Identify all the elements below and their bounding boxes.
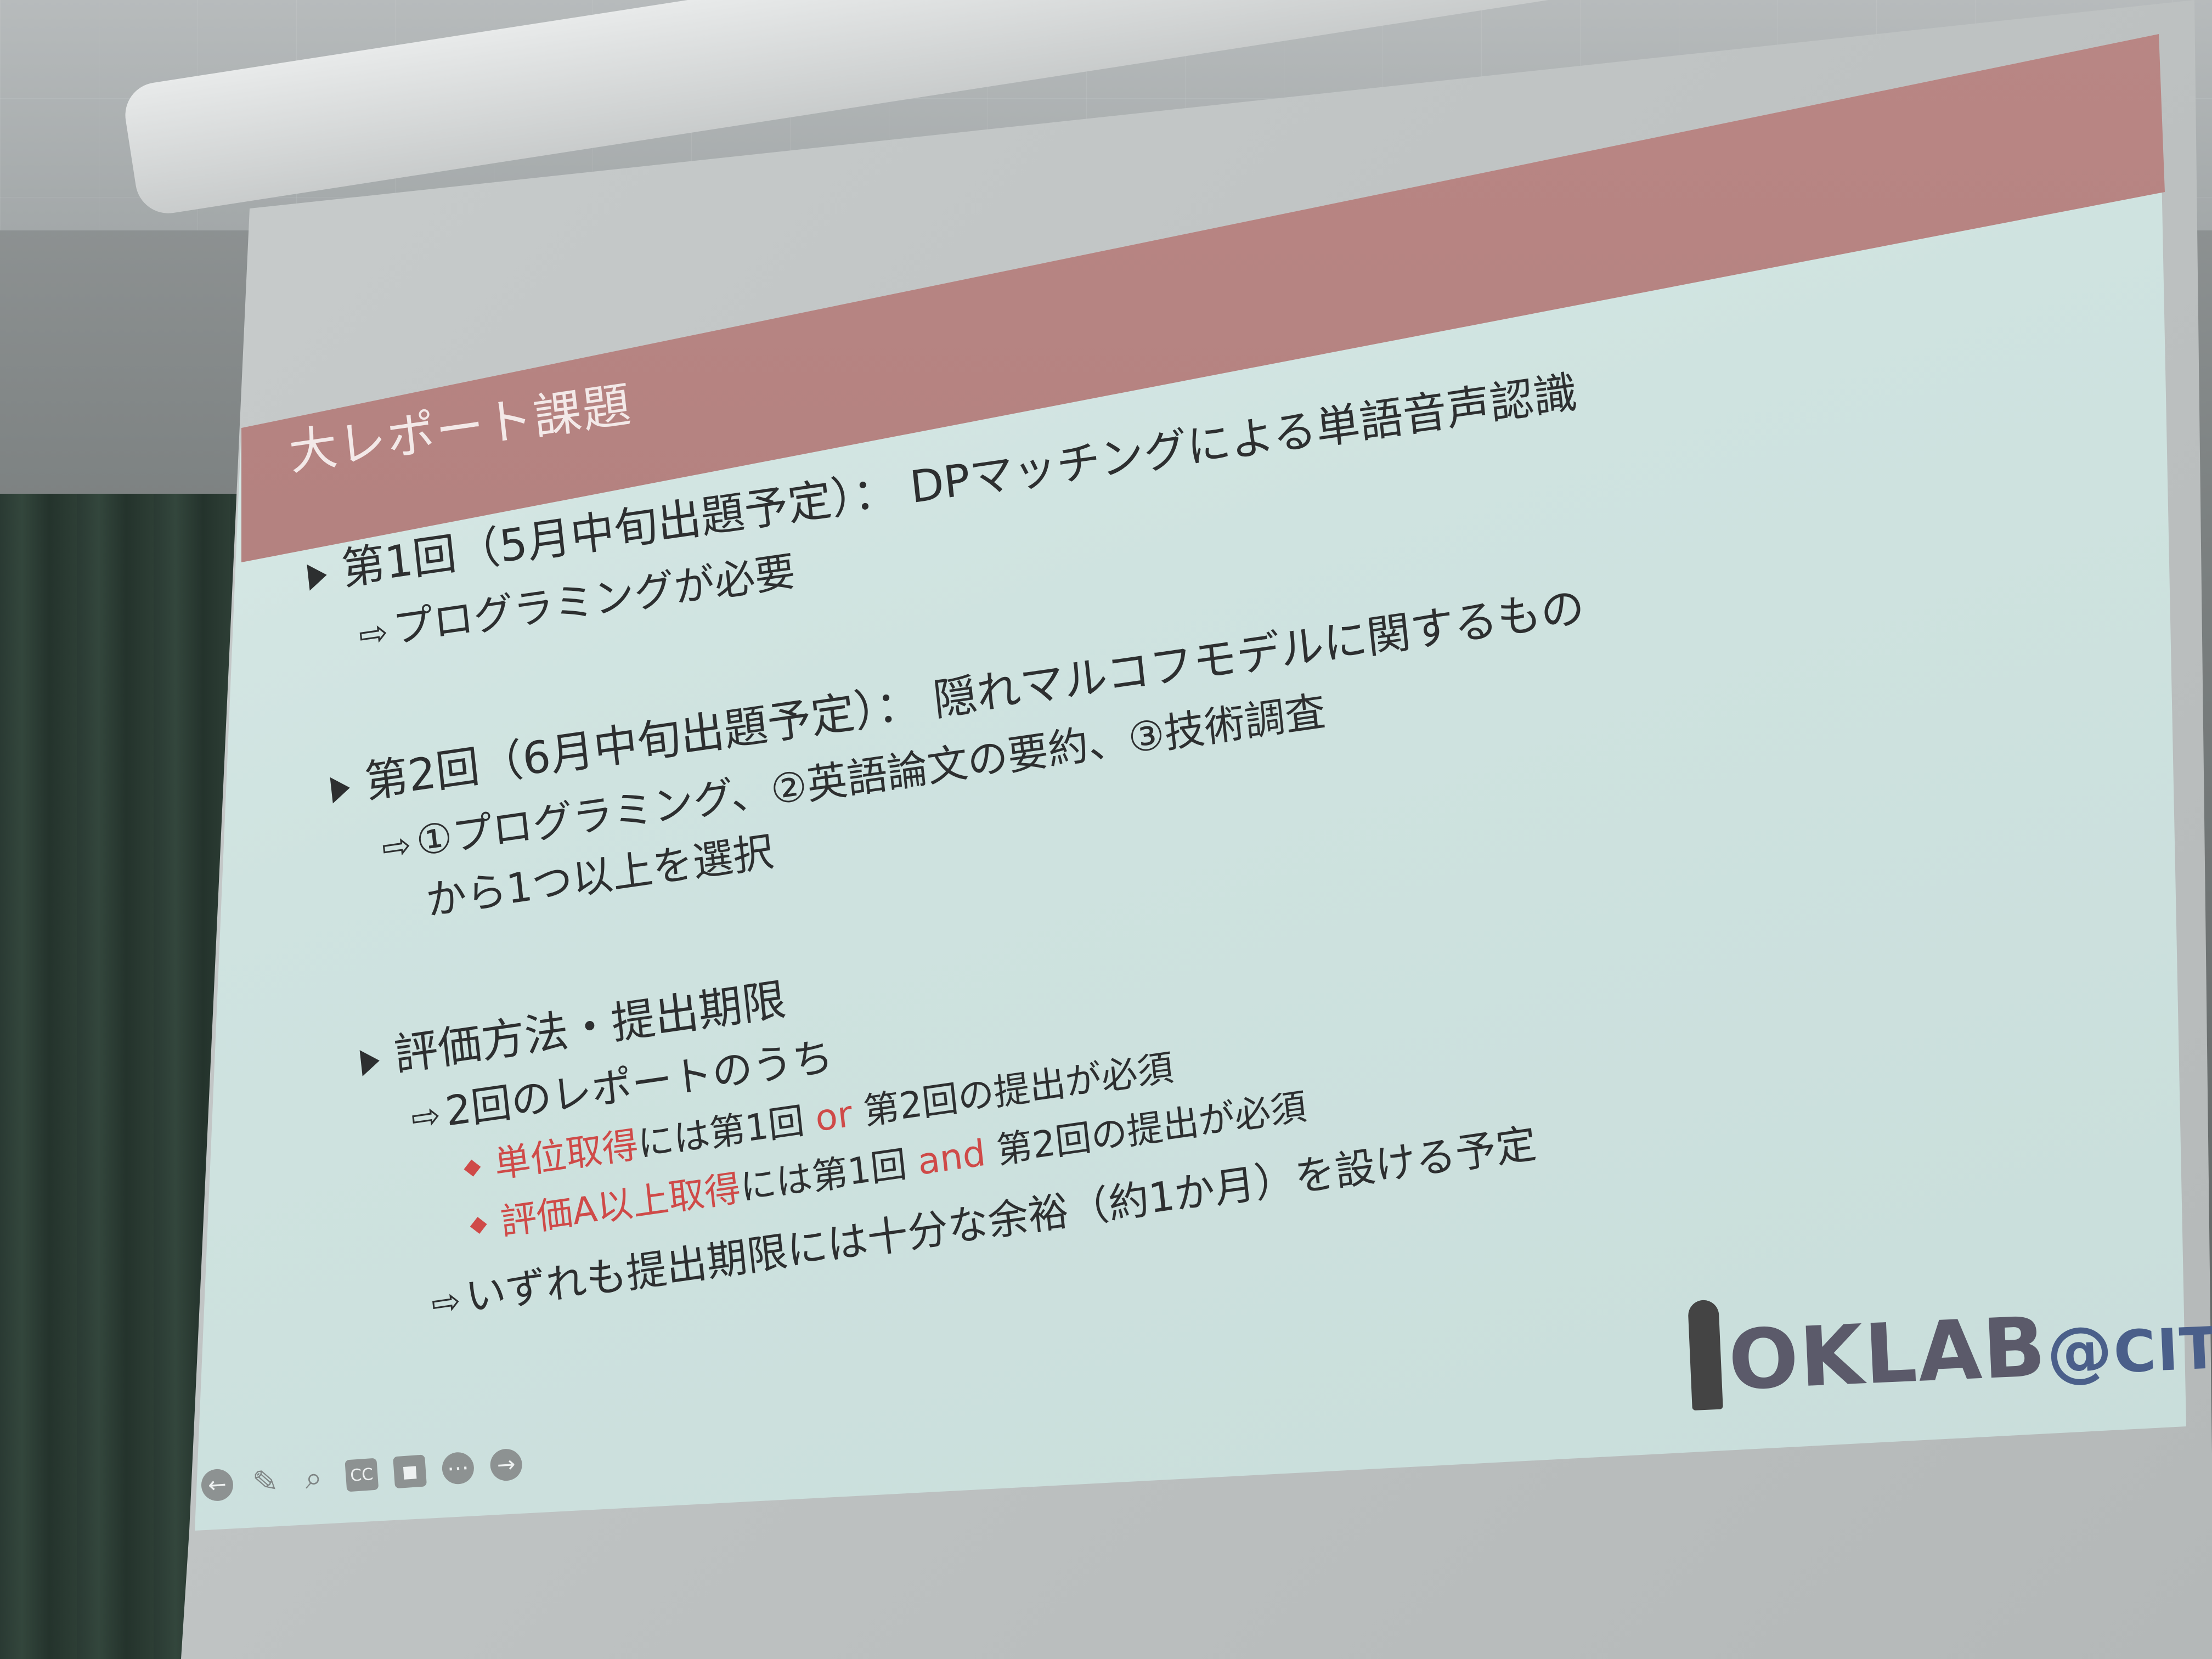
arrow-bullet-icon: ⇨ (357, 612, 391, 657)
camera-icon[interactable]: ■ (393, 1454, 427, 1489)
search-icon[interactable]: ⌕ (297, 1460, 331, 1497)
more-icon[interactable]: ⋯ (441, 1451, 475, 1486)
captions-icon[interactable]: CC (345, 1458, 379, 1492)
diamond-bullet-icon (464, 1159, 481, 1177)
bullet-triangle-icon (359, 1047, 381, 1076)
pen-icon[interactable]: ✎ (249, 1463, 283, 1500)
diamond-bullet-icon (470, 1217, 487, 1234)
arrow-bullet-icon: ⇨ (409, 1094, 443, 1139)
arrow-bullet-icon: ⇨ (429, 1280, 463, 1325)
arrow-bullet-icon: ⇨ (380, 825, 414, 870)
bullet-triangle-icon (307, 562, 329, 591)
bullet-triangle-icon (330, 774, 352, 804)
oklab-logo: OKLAB@CIT (1688, 1278, 2212, 1410)
arrow-right-icon[interactable]: → (489, 1448, 523, 1482)
arrow-left-icon[interactable]: ← (200, 1468, 234, 1502)
person-figure-icon (1688, 1299, 1723, 1410)
